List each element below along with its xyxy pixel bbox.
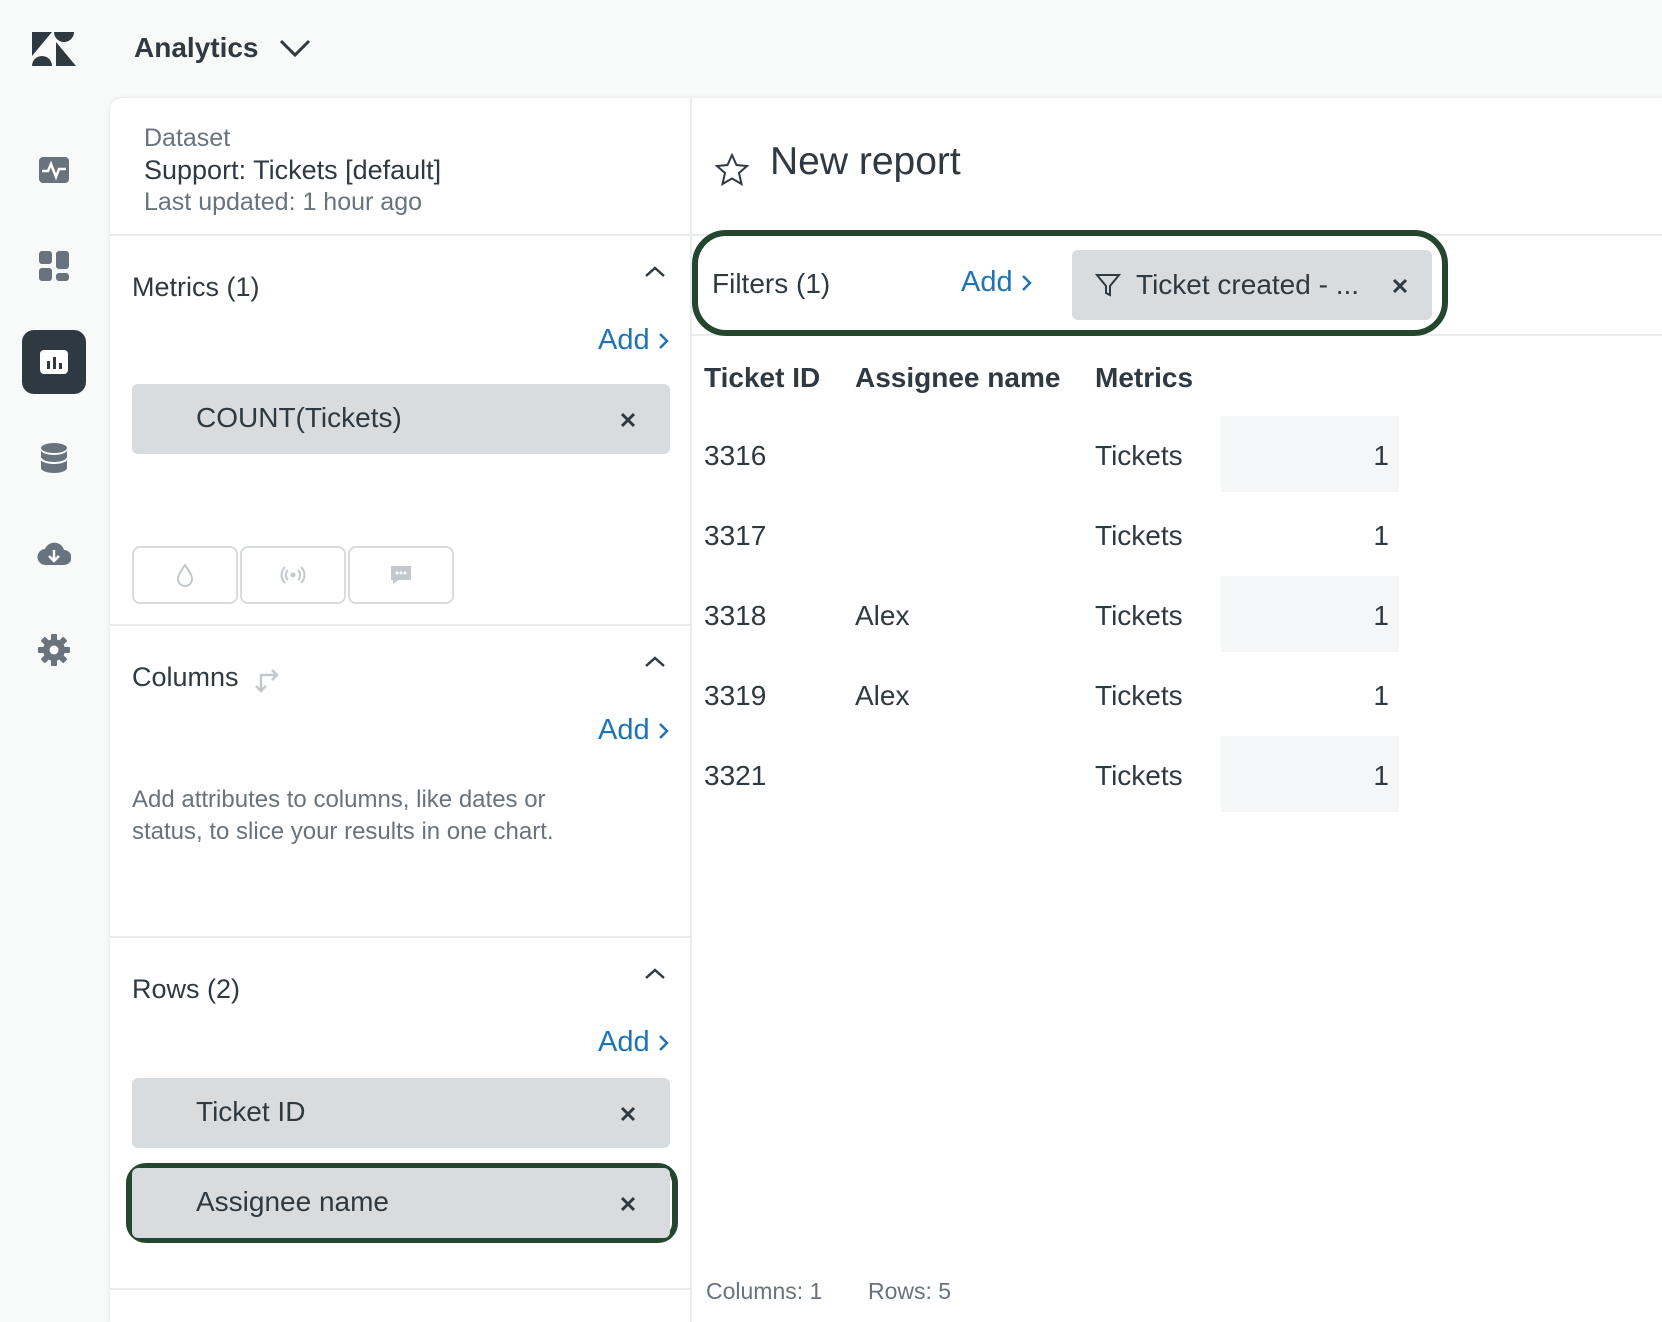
columns-help-text: Add attributes to columns, like dates or… [132, 786, 554, 845]
metrics-add-link[interactable]: Add [598, 324, 672, 357]
cell-metric: Tickets [1095, 520, 1183, 551]
broadcast-button[interactable] [240, 546, 346, 604]
nav-cloud-download-icon[interactable] [22, 522, 86, 586]
zendesk-logo-icon[interactable] [30, 30, 78, 68]
row-pill-ticket-id[interactable]: Ticket ID [132, 1078, 670, 1148]
remove-metric-icon[interactable] [618, 410, 638, 430]
chevron-right-icon [658, 722, 669, 739]
row-pill-label: Ticket ID [196, 1096, 306, 1127]
report-title[interactable]: New report [770, 140, 961, 184]
cell-value: 1 [1373, 680, 1389, 711]
visualization-options [132, 546, 454, 604]
divider [110, 936, 690, 938]
star-icon[interactable] [714, 152, 750, 188]
dataset-info: Dataset Support: Tickets [default] Last … [144, 122, 441, 218]
cell-value: 1 [1373, 600, 1389, 631]
cell-assignee: Alex [855, 680, 910, 711]
footer-rows-count: Rows: 5 [868, 1278, 952, 1304]
swap-icon[interactable] [253, 663, 283, 693]
nav-reports-icon[interactable] [22, 330, 86, 394]
metric-pill-count-tickets[interactable]: COUNT(Tickets) [132, 384, 670, 454]
cell-value: 1 [1373, 760, 1389, 791]
app-title[interactable]: Analytics [134, 32, 259, 64]
cell-ticket-id: 3319 [704, 680, 767, 711]
metrics-title: Metrics (1) [132, 272, 260, 302]
cell-metric: Tickets [1095, 680, 1183, 711]
columns-title-label: Columns [132, 662, 239, 692]
cell-value: 1 [1373, 440, 1389, 471]
broadcast-icon [280, 566, 306, 584]
cell-ticket-id: 3318 [704, 600, 767, 631]
cell-metric: Tickets [1095, 440, 1183, 471]
cell-ticket-id: 3316 [704, 440, 767, 471]
remove-row-icon[interactable] [618, 1194, 638, 1214]
dataset-label: Dataset [144, 124, 231, 152]
divider [110, 1288, 690, 1290]
config-sidebar: Dataset Support: Tickets [default] Last … [110, 98, 692, 1322]
rows-title: Rows (2) [132, 974, 241, 1004]
comment-button[interactable] [348, 546, 454, 604]
nav-grid-icon[interactable] [22, 234, 86, 298]
divider [110, 624, 690, 626]
collapse-rows-icon[interactable] [640, 964, 670, 984]
nav-settings-icon[interactable] [22, 618, 86, 682]
report-builder-panel: Dataset Support: Tickets [default] Last … [110, 98, 1662, 1322]
footer-columns-count: Columns: 1 [706, 1278, 823, 1304]
chevron-right-icon [658, 332, 669, 349]
cell-metric: Tickets [1095, 600, 1183, 631]
remove-row-icon[interactable] [618, 1104, 638, 1124]
top-bar: Analytics [0, 0, 1662, 98]
cell-ticket-id: 3321 [704, 760, 767, 791]
cell-assignee: Alex [855, 600, 910, 631]
highlight-outline [692, 230, 1448, 336]
collapse-columns-icon[interactable] [640, 652, 670, 672]
rows-add-label: Add [598, 1026, 650, 1058]
nav-database-icon[interactable] [22, 426, 86, 490]
dataset-updated: Last updated: 1 hour ago [144, 188, 423, 216]
dataset-name[interactable]: Support: Tickets [default] [144, 154, 441, 186]
cell-value: 1 [1373, 520, 1389, 551]
rows-add-link[interactable]: Add [598, 1026, 672, 1059]
chevron-down-icon[interactable] [278, 36, 312, 60]
column-header-ticket-id[interactable]: Ticket ID [704, 362, 820, 394]
metric-pill-label: COUNT(Tickets) [196, 402, 402, 433]
column-header-assignee-name[interactable]: Assignee name [855, 362, 1060, 394]
columns-title: Columns [132, 662, 283, 693]
divider [110, 234, 690, 236]
column-header-metrics[interactable]: Metrics [1095, 362, 1193, 394]
comment-icon [391, 566, 411, 584]
nav-dashboard-icon[interactable] [22, 138, 86, 202]
row-pill-label: Assignee name [196, 1186, 390, 1217]
metrics-add-label: Add [598, 324, 650, 356]
cell-metric: Tickets [1095, 760, 1183, 791]
collapse-metrics-icon[interactable] [640, 262, 670, 282]
cell-ticket-id: 3317 [704, 520, 767, 551]
row-pill-assignee-name[interactable]: Assignee name [132, 1168, 670, 1238]
chevron-right-icon [658, 1034, 669, 1051]
drop-icon [176, 563, 194, 587]
columns-add-link[interactable]: Add [598, 714, 672, 747]
color-drop-button[interactable] [132, 546, 238, 604]
columns-add-label: Add [598, 714, 650, 746]
